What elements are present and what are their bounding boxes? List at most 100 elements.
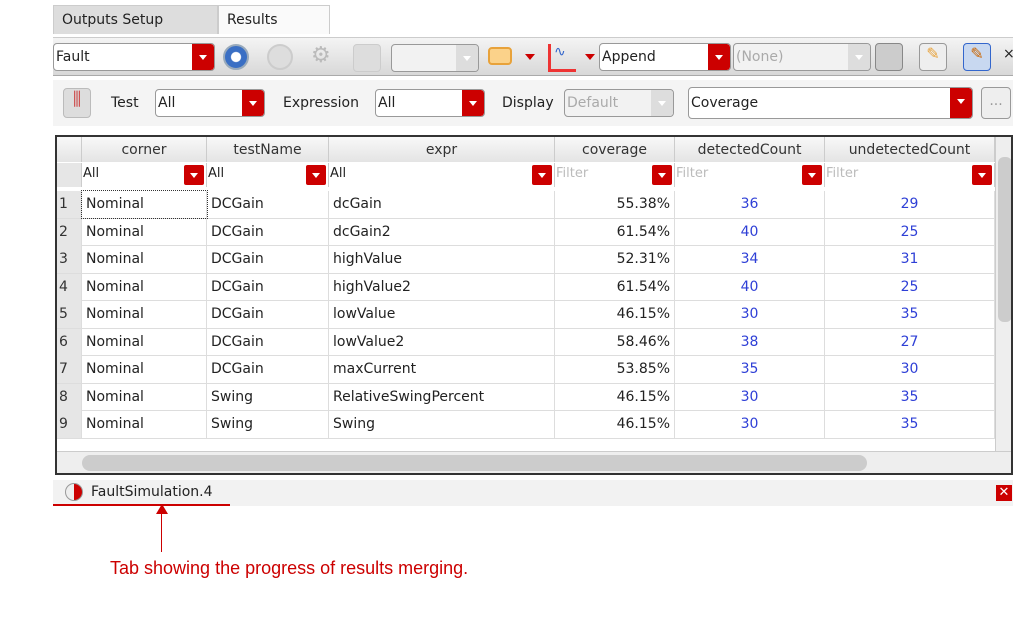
merge-mode-combo[interactable]: Append (599, 43, 731, 71)
history-combo[interactable] (391, 44, 479, 72)
cell-testName[interactable]: DCGain (207, 218, 329, 246)
chevron-down-icon[interactable] (306, 165, 326, 185)
cell-detectedCount[interactable]: 30 (675, 383, 825, 411)
cell-undetectedCount[interactable]: 25 (825, 218, 995, 246)
cell-coverage[interactable]: 53.85% (555, 356, 675, 383)
column-header-corner[interactable]: corner (82, 137, 207, 162)
chevron-down-icon[interactable] (802, 165, 822, 185)
cell-expr[interactable]: dcGain2 (329, 218, 555, 246)
cell-undetectedCount[interactable]: 35 (825, 383, 995, 411)
cell-corner[interactable]: Nominal (82, 383, 207, 411)
table-row[interactable]: 2 Nominal DCGain dcGain2 61.54% 40 25 (57, 218, 995, 246)
mode-combo[interactable]: Fault (53, 43, 215, 71)
tab-results[interactable]: Results (218, 5, 330, 34)
column-header-testName[interactable]: testName (207, 137, 329, 162)
cell-undetectedCount[interactable]: 29 (825, 191, 995, 218)
cell-undetectedCount[interactable]: 35 (825, 411, 995, 438)
cell-coverage[interactable]: 46.15% (555, 383, 675, 411)
plot-dropdown-icon[interactable] (585, 54, 595, 65)
cell-detectedCount[interactable]: 38 (675, 328, 825, 356)
cell-testName[interactable]: DCGain (207, 356, 329, 383)
cell-expr[interactable]: Swing (329, 411, 555, 438)
table-row[interactable]: 6 Nominal DCGain lowValue2 58.46% 38 27 (57, 328, 995, 356)
column-header-undetectedCount[interactable]: undetectedCount (825, 137, 995, 162)
cell-detectedCount[interactable]: 30 (675, 301, 825, 328)
compare-icon[interactable] (875, 43, 903, 71)
cell-corner[interactable]: Nominal (82, 246, 207, 273)
merge-icon[interactable] (488, 47, 512, 65)
column-filter-coverage[interactable]: Filter (555, 163, 675, 187)
cell-testName[interactable]: DCGain (207, 273, 329, 301)
table-row[interactable]: 5 Nominal DCGain lowValue 46.15% 30 35 (57, 301, 995, 329)
edit-annotation-icon[interactable]: ✎ (919, 43, 947, 71)
cell-corner[interactable]: Nominal (82, 301, 207, 328)
cell-corner[interactable]: Nominal (82, 218, 207, 246)
cell-detectedCount[interactable]: 40 (675, 218, 825, 246)
cell-expr[interactable]: RelativeSwingPercent (329, 383, 555, 411)
table-row[interactable]: 7 Nominal DCGain maxCurrent 53.85% 35 30 (57, 356, 995, 384)
cell-coverage[interactable]: 52.31% (555, 246, 675, 273)
column-filter-corner[interactable]: All (82, 163, 207, 187)
cell-coverage[interactable]: 46.15% (555, 301, 675, 328)
table-row[interactable]: 9 Nominal Swing Swing 46.15% 30 35 (57, 411, 995, 439)
column-header-expr[interactable]: expr (329, 137, 555, 162)
chevron-down-icon[interactable] (184, 165, 204, 185)
layout-icon[interactable] (353, 44, 381, 72)
plot-icon[interactable]: ∿ (548, 44, 576, 72)
cell-expr[interactable]: lowValue2 (329, 328, 555, 356)
cell-corner[interactable]: Nominal (82, 328, 207, 356)
cell-coverage[interactable]: 61.54% (555, 273, 675, 301)
cell-detectedCount[interactable]: 35 (675, 356, 825, 383)
filter-tool-icon[interactable]: ⫼ (63, 88, 91, 118)
cell-detectedCount[interactable]: 34 (675, 246, 825, 273)
column-header-detectedCount[interactable]: detectedCount (675, 137, 825, 162)
column-filter-expr[interactable]: All (329, 163, 555, 187)
vertical-scrollbar[interactable] (995, 137, 1011, 453)
bottom-tab[interactable]: FaultSimulation.4 (53, 480, 230, 506)
view-combo[interactable]: Coverage (688, 87, 973, 119)
table-row[interactable]: 4 Nominal DCGain highValue2 61.54% 40 25 (57, 273, 995, 301)
chevron-down-icon[interactable] (532, 165, 552, 185)
cell-undetectedCount[interactable]: 31 (825, 246, 995, 273)
cell-testName[interactable]: DCGain (207, 191, 329, 218)
cell-coverage[interactable]: 46.15% (555, 411, 675, 438)
tab-outputs-setup[interactable]: Outputs Setup (53, 5, 218, 34)
expression-combo[interactable]: All (375, 89, 485, 117)
column-header-coverage[interactable]: coverage (555, 137, 675, 162)
cell-corner[interactable]: Nominal (82, 411, 207, 438)
cell-undetectedCount[interactable]: 27 (825, 328, 995, 356)
cell-detectedCount[interactable]: 36 (675, 191, 825, 218)
table-row[interactable]: 1 Nominal DCGain dcGain 55.38% 36 29 (57, 190, 995, 219)
display-combo[interactable]: Default (564, 89, 674, 117)
cell-testName[interactable]: DCGain (207, 328, 329, 356)
cell-testName[interactable]: DCGain (207, 301, 329, 328)
chevron-down-icon[interactable] (652, 165, 672, 185)
horizontal-scrollbar[interactable] (57, 451, 1011, 473)
test-combo[interactable]: All (155, 89, 265, 117)
cell-undetectedCount[interactable]: 35 (825, 301, 995, 328)
close-tab-icon[interactable]: ✕ (996, 485, 1012, 501)
cell-coverage[interactable]: 58.46% (555, 328, 675, 356)
table-row[interactable]: 8 Nominal Swing RelativeSwingPercent 46.15% 3… (57, 383, 995, 411)
cell-testName[interactable]: DCGain (207, 246, 329, 273)
forward-icon[interactable] (267, 44, 293, 70)
table-row[interactable]: 3 Nominal DCGain highValue 52.31% 34 31 (57, 246, 995, 274)
merge-dropdown-icon[interactable] (525, 54, 535, 65)
cell-undetectedCount[interactable]: 25 (825, 273, 995, 301)
cell-expr[interactable]: highValue2 (329, 273, 555, 301)
settings-gears-icon[interactable]: ⚙ (311, 43, 339, 71)
cell-expr[interactable]: highValue (329, 246, 555, 273)
cell-corner[interactable]: Nominal (82, 273, 207, 301)
cell-testName[interactable]: Swing (207, 411, 329, 438)
chevron-down-icon[interactable] (972, 165, 992, 185)
column-filter-undetectedCount[interactable]: Filter (825, 163, 995, 187)
scrollbar-thumb[interactable] (82, 455, 867, 471)
cell-corner[interactable]: Nominal (82, 356, 207, 383)
cell-expr[interactable]: lowValue (329, 301, 555, 328)
cell-testName[interactable]: Swing (207, 383, 329, 411)
reference-combo[interactable]: (None) (733, 43, 871, 71)
more-button[interactable]: ... (981, 87, 1011, 119)
cell-coverage[interactable]: 55.38% (555, 191, 675, 218)
cell-detectedCount[interactable]: 40 (675, 273, 825, 301)
column-filter-testName[interactable]: All (207, 163, 329, 187)
